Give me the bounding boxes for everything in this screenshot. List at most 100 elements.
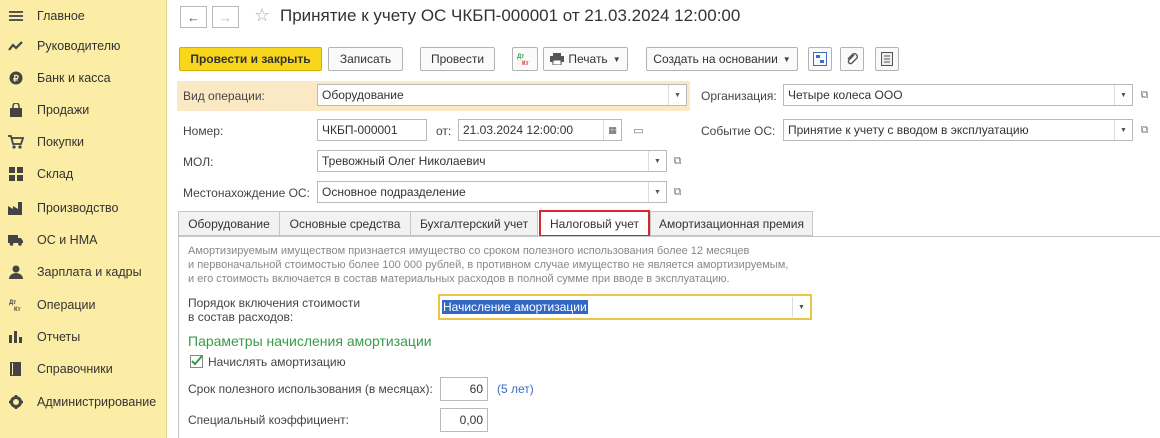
create-based-on-button[interactable]: Создать на основании ▼ xyxy=(646,47,798,71)
tab-tax-accounting[interactable]: Налоговый учет xyxy=(539,210,650,237)
expense-order-value: Начисление амортизации xyxy=(442,300,588,314)
comment-icon[interactable]: ▭ xyxy=(630,119,647,141)
sidebar-item-label: Зарплата и кадры xyxy=(37,265,142,279)
date-label: от: xyxy=(436,124,452,138)
chevron-down-icon[interactable]: ▼ xyxy=(1114,120,1132,140)
sidebar: Главное Руководителю ₽ Банк и касса Прод… xyxy=(0,0,167,438)
attach-button[interactable] xyxy=(840,47,864,71)
expense-order-select[interactable]: Начисление амортизации ▼ xyxy=(438,294,812,320)
dt-kt-button[interactable]: Дт Кт xyxy=(512,47,538,71)
factory-icon xyxy=(8,200,24,216)
accrue-depreciation-label: Начислять амортизацию xyxy=(208,355,346,369)
organization-label: Организация: xyxy=(701,89,777,103)
sidebar-item-label: Главное xyxy=(37,9,85,23)
forward-button[interactable]: → xyxy=(212,6,239,28)
sidebar-item-label: Покупки xyxy=(37,135,85,149)
create-based-label: Создать на основании xyxy=(653,52,778,66)
printer-icon xyxy=(550,53,565,65)
special-coefficient-input[interactable]: 0,00 xyxy=(440,408,488,432)
sidebar-item-warehouse[interactable]: Склад xyxy=(0,158,167,190)
number-field[interactable]: ЧКБП-000001 xyxy=(317,119,427,141)
book-icon xyxy=(8,361,24,377)
svg-text:Кт: Кт xyxy=(14,307,21,312)
tab-depreciation-bonus[interactable]: Амортизационная премия xyxy=(650,211,813,236)
gear-icon xyxy=(8,394,24,410)
arrow-left-icon: ← xyxy=(187,9,200,25)
cart-icon xyxy=(8,134,24,150)
number-label: Номер: xyxy=(183,124,224,138)
chevron-down-icon[interactable]: ▼ xyxy=(648,151,666,171)
sidebar-item-reports[interactable]: Отчеты xyxy=(0,321,167,353)
chevron-down-icon[interactable]: ▼ xyxy=(1114,85,1132,105)
expense-order-label-2: в состав расходов: xyxy=(188,310,294,324)
checkmark-icon xyxy=(191,355,203,366)
location-select[interactable]: Основное подразделение ▼ xyxy=(317,181,667,203)
print-button[interactable]: Печать ▼ xyxy=(543,47,628,71)
sidebar-item-production[interactable]: Производство xyxy=(0,192,167,224)
list-button[interactable] xyxy=(875,47,899,71)
svg-text:Дт: Дт xyxy=(517,54,524,60)
date-field[interactable]: 21.03.2024 12:00:00 ▦ xyxy=(458,119,622,141)
star-icon[interactable]: ☆ xyxy=(254,5,270,26)
useful-life-input[interactable]: 60 xyxy=(440,377,488,401)
tab-equipment[interactable]: Оборудование xyxy=(178,211,280,236)
post-button[interactable]: Провести xyxy=(420,47,495,71)
operation-label: Вид операции: xyxy=(183,89,265,103)
useful-life-label: Срок полезного использования (в месяцах)… xyxy=(188,382,433,396)
organization-select[interactable]: Четыре колеса ООО ▼ xyxy=(783,84,1133,106)
page-title: Принятие к учету ОС ЧКБП-000001 от 21.03… xyxy=(280,6,741,25)
open-mol-icon[interactable]: ⧉ xyxy=(669,150,686,172)
sidebar-item-directories[interactable]: Справочники xyxy=(0,353,167,385)
sidebar-item-label: Банк и касса xyxy=(37,71,111,85)
sidebar-item-label: Склад xyxy=(37,167,74,181)
sidebar-item-purchases[interactable]: Покупки xyxy=(0,126,167,158)
bar-chart-icon xyxy=(8,329,24,345)
sidebar-item-admin[interactable]: Администрирование xyxy=(0,386,167,418)
chevron-down-icon[interactable]: ▼ xyxy=(668,85,686,105)
tab-accounting[interactable]: Бухгалтерский учет xyxy=(410,211,538,236)
svg-text:Кт: Кт xyxy=(522,61,529,66)
sidebar-item-main[interactable]: Главное xyxy=(0,0,167,32)
location-label: Местонахождение ОС: xyxy=(183,186,310,200)
bag-icon xyxy=(8,102,24,118)
useful-life-years: (5 лет) xyxy=(497,382,534,396)
paperclip-icon xyxy=(847,53,858,65)
chevron-down-icon[interactable]: ▼ xyxy=(792,297,810,317)
sidebar-item-label: Производство xyxy=(37,201,119,215)
depreciation-params-heading: Параметры начисления амортизации xyxy=(188,333,432,349)
truck-icon xyxy=(8,232,24,248)
open-location-icon[interactable]: ⧉ xyxy=(669,181,686,203)
save-button[interactable]: Записать xyxy=(328,47,403,71)
post-and-close-button[interactable]: Провести и закрыть xyxy=(179,47,322,71)
sidebar-item-label: Справочники xyxy=(37,362,113,376)
arrow-right-icon: → xyxy=(219,9,232,25)
tab-fixed-assets[interactable]: Основные средства xyxy=(279,211,411,236)
event-select[interactable]: Принятие к учету с вводом в эксплуатацию… xyxy=(783,119,1133,141)
sidebar-item-sales[interactable]: Продажи xyxy=(0,94,167,126)
dt-kt-icon: ДтКт xyxy=(8,297,24,313)
sidebar-item-fixed-assets[interactable]: ОС и НМА xyxy=(0,224,167,256)
structure-icon xyxy=(813,52,827,66)
sidebar-item-director[interactable]: Руководителю xyxy=(0,30,167,62)
open-event-icon[interactable]: ⧉ xyxy=(1136,119,1153,141)
sidebar-item-operations[interactable]: Дт Кт Операции xyxy=(0,289,167,321)
dt-kt-icon: ДтКт xyxy=(517,54,529,66)
chevron-down-icon[interactable]: ▼ xyxy=(648,182,666,202)
info-note-line-3: и его стоимость включается в состав мате… xyxy=(188,273,730,285)
structure-button[interactable] xyxy=(808,47,832,71)
document-list-icon xyxy=(881,52,893,66)
open-organization-icon[interactable]: ⧉ xyxy=(1136,84,1153,106)
accrue-depreciation-checkbox[interactable] xyxy=(190,355,203,368)
sidebar-item-label: ОС и НМА xyxy=(37,233,98,247)
sidebar-item-label: Отчеты xyxy=(37,330,81,344)
main-panel: ← → ☆ Принятие к учету ОС ЧКБП-000001 от… xyxy=(168,0,1160,438)
expense-order-label-1: Порядок включения стоимости xyxy=(188,296,361,310)
chevron-down-icon: ▼ xyxy=(612,54,621,64)
back-button[interactable]: ← xyxy=(180,6,207,28)
chevron-down-icon: ▼ xyxy=(782,54,791,64)
sidebar-item-bank[interactable]: ₽ Банк и касса xyxy=(0,62,167,94)
calendar-icon[interactable]: ▦ xyxy=(603,120,621,140)
sidebar-item-salary[interactable]: Зарплата и кадры xyxy=(0,256,167,288)
operation-select[interactable]: Оборудование ▼ xyxy=(317,84,687,106)
mol-select[interactable]: Тревожный Олег Николаевич ▼ xyxy=(317,150,667,172)
